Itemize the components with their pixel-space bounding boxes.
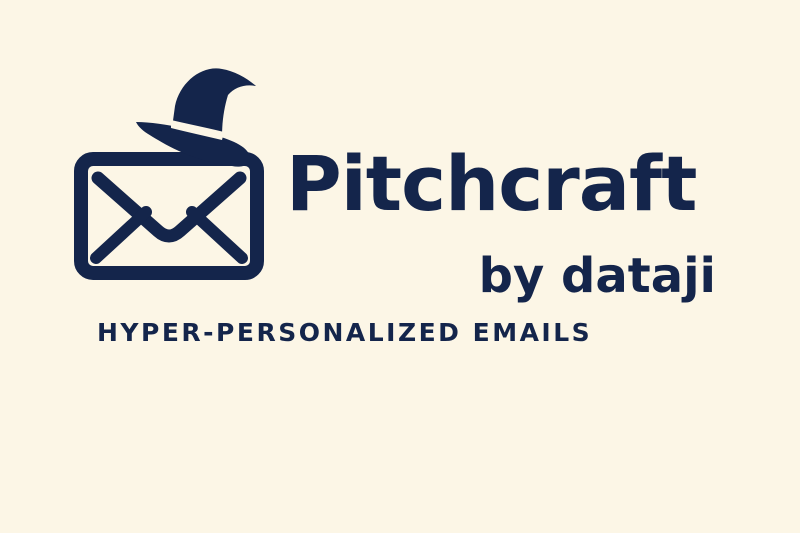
brand-byline: by dataji <box>478 248 716 304</box>
brand-name: Pitchcraft <box>286 139 697 228</box>
brand-banner: Pitchcraft by dataji HYPER-PERSONALIZED … <box>0 0 800 533</box>
logo-mark <box>74 68 264 280</box>
wizard-hat-icon <box>136 68 256 167</box>
envelope-icon <box>74 152 264 280</box>
tagline: HYPER-PERSONALIZED EMAILS <box>97 318 593 347</box>
